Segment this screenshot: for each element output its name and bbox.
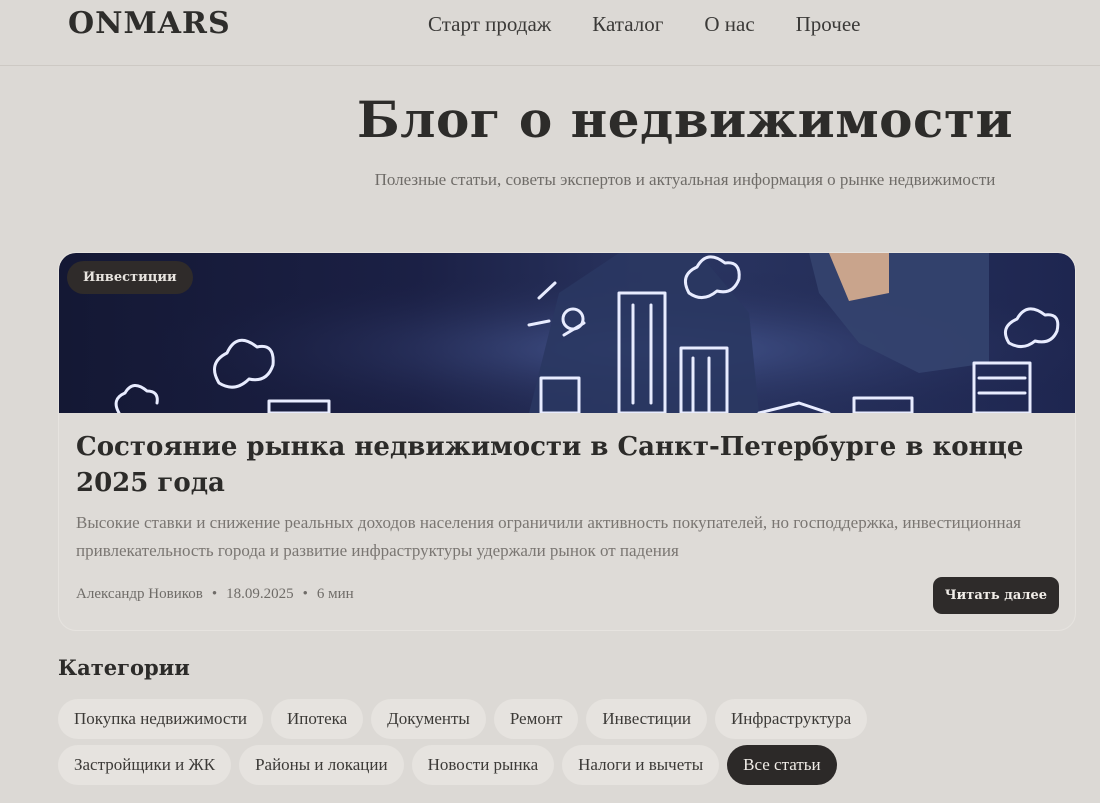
site-header: ONMARS Старт продаж Каталог О нас Прочее <box>0 0 1100 66</box>
category-chip[interactable]: Застройщики и ЖК <box>58 745 232 785</box>
page-subtitle: Полезные статьи, советы экспертов и акту… <box>374 170 996 189</box>
category-badge[interactable]: Инвестиции <box>67 261 193 294</box>
article-excerpt: Высокие ставки и снижение реальных доход… <box>76 513 1021 560</box>
meta-separator: • <box>211 586 218 602</box>
page-title: Блог о недвижимости <box>356 90 1014 149</box>
meta-separator: • <box>302 586 308 602</box>
blog-page: ONMARS Старт продаж Каталог О нас Прочее… <box>0 0 1100 803</box>
category-chip[interactable]: Районы и локации <box>239 745 404 785</box>
featured-article-card[interactable]: Инвестиции Состояние рынка недвижимости … <box>58 252 1076 631</box>
category-chip[interactable]: Ипотека <box>270 699 364 739</box>
nav-item-catalog[interactable]: Каталог <box>592 12 663 37</box>
article-title[interactable]: Состояние рынка недвижимости в Санкт-Пет… <box>76 429 1066 501</box>
read-more-button[interactable]: Читать далее <box>932 577 1059 614</box>
categories-row-1: Покупка недвижимости Ипотека Документы Р… <box>58 699 868 739</box>
nav-item-other[interactable]: Прочее <box>796 12 861 37</box>
category-chip[interactable]: Налоги и вычеты <box>562 745 720 785</box>
article-read-time: 6 мин <box>316 586 354 602</box>
city-sketch-illustration <box>59 253 1075 413</box>
nav-item-about[interactable]: О нас <box>704 12 754 37</box>
category-chip[interactable]: Инфраструктура <box>715 699 868 739</box>
article-author: Александр Новиков <box>76 586 203 602</box>
categories-heading: Категории <box>58 655 190 680</box>
article-meta: Александр Новиков • 18.09.2025 • 6 мин <box>76 586 354 603</box>
category-chip[interactable]: Инвестиции <box>586 699 708 739</box>
nav-item-sales-start[interactable]: Старт продаж <box>428 12 551 37</box>
category-chip-all-articles[interactable]: Все статьи <box>727 745 837 785</box>
main-nav: Старт продаж Каталог О нас Прочее <box>428 12 860 37</box>
article-date: 18.09.2025 <box>226 586 294 602</box>
category-chip[interactable]: Ремонт <box>493 699 579 739</box>
categories-row-2: Застройщики и ЖК Районы и локации Новост… <box>58 745 837 785</box>
site-logo[interactable]: ONMARS <box>68 6 231 41</box>
featured-article-image: Инвестиции <box>59 253 1075 413</box>
category-chip[interactable]: Документы <box>371 699 486 739</box>
category-chip[interactable]: Покупка недвижимости <box>58 699 263 739</box>
category-chip[interactable]: Новости рынка <box>411 745 555 785</box>
